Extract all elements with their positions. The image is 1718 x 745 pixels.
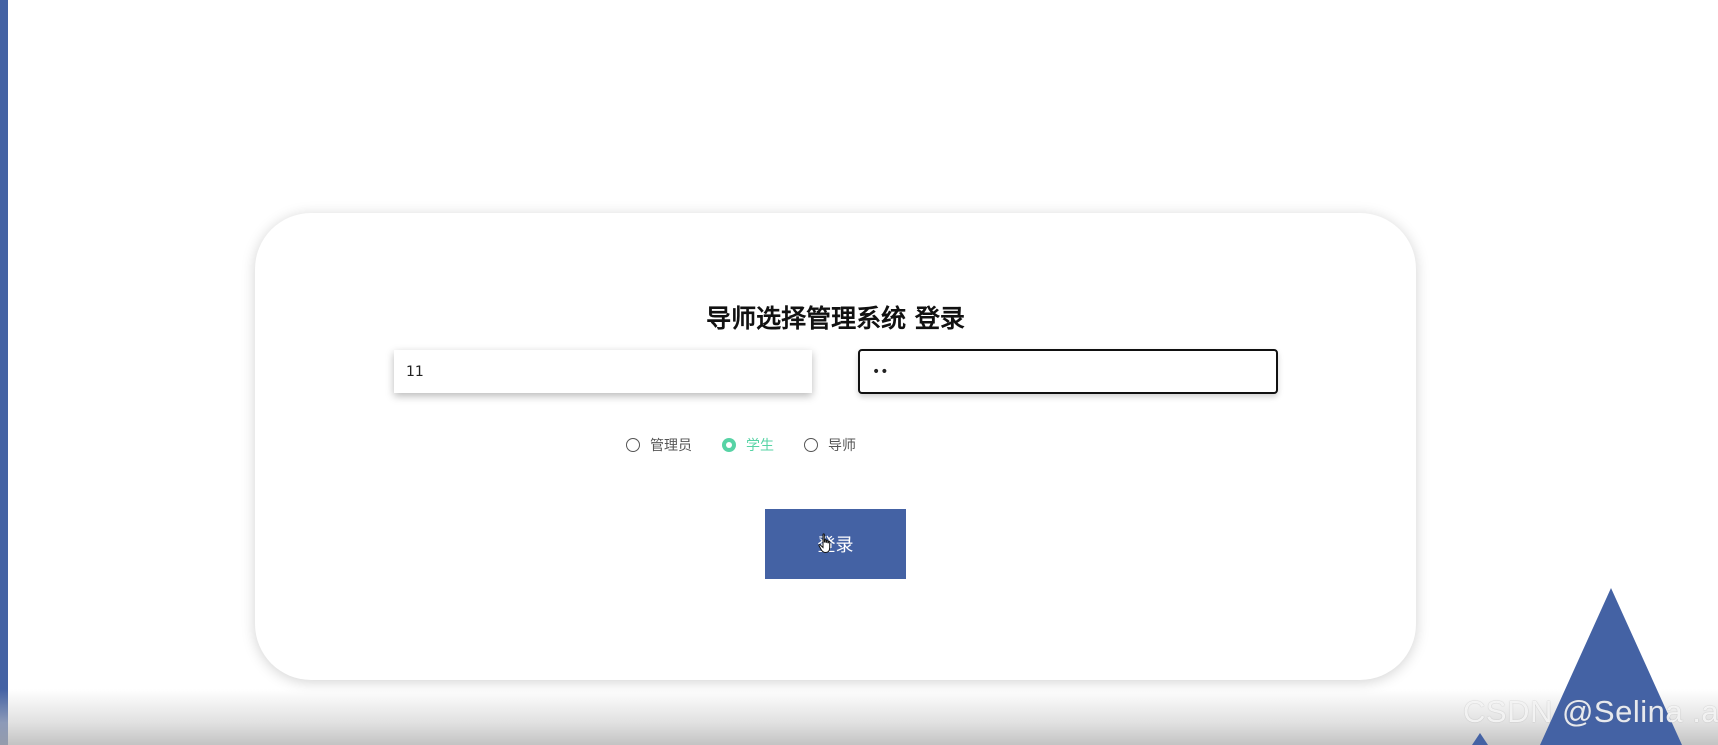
role-option-student[interactable]: 学生 xyxy=(722,435,774,455)
role-radio-group: 管理员 学生 导师 xyxy=(626,435,886,455)
radio-student[interactable] xyxy=(722,438,736,452)
csdn-watermark: CSDN @Selina .a xyxy=(1463,694,1718,729)
login-card: 导师选择管理系统 登录 管理员 学生 导师 登录 xyxy=(255,213,1416,680)
role-label-admin: 管理员 xyxy=(650,438,692,454)
role-label-student: 学生 xyxy=(746,438,774,454)
page: 导师选择管理系统 登录 管理员 学生 导师 登录 CSDN @Selina .a xyxy=(0,0,1718,745)
password-input[interactable] xyxy=(858,349,1278,394)
role-option-tutor[interactable]: 导师 xyxy=(804,435,856,455)
login-button[interactable]: 登录 xyxy=(765,509,906,579)
radio-tutor[interactable] xyxy=(804,438,818,452)
decorative-triangle-small xyxy=(1472,733,1488,745)
bottom-shadow-band xyxy=(0,689,1718,745)
page-title: 导师选择管理系统 登录 xyxy=(706,304,965,333)
hand-pointer-icon xyxy=(818,533,831,554)
role-label-tutor: 导师 xyxy=(828,438,856,454)
left-accent-stripe xyxy=(0,0,8,745)
username-input[interactable] xyxy=(394,350,812,393)
radio-admin[interactable] xyxy=(626,438,640,452)
role-option-admin[interactable]: 管理员 xyxy=(626,435,692,455)
